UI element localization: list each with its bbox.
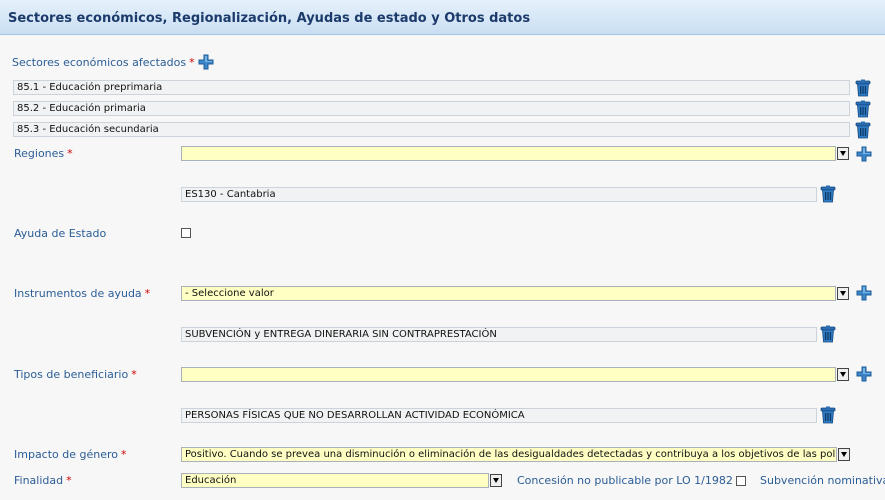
add-region-plus-icon[interactable] (856, 146, 872, 162)
regiones-select[interactable] (181, 146, 836, 161)
ayuda-estado-label: Ayuda de Estado (14, 227, 107, 240)
sector-item-3: 85.3 - Educación secundaria (13, 122, 850, 137)
instrumento-item-1: SUBVENCIÓN y ENTREGA DINERARIA SIN CONTR… (181, 327, 817, 342)
beneficiarios-dropdown-arrow-icon[interactable] (837, 368, 849, 381)
instrumentos-select[interactable]: - Seleccione valor (181, 286, 836, 301)
add-instrumento-plus-icon[interactable] (856, 285, 872, 301)
section-title: Sectores económicos, Regionalización, Ay… (8, 11, 531, 26)
impacto-label: Impacto de género * (14, 448, 127, 461)
section-header: Sectores económicos, Regionalización, Ay… (0, 0, 885, 35)
sectores-label: Sectores económicos afectados * (12, 56, 195, 69)
finalidad-dropdown-arrow-icon[interactable] (490, 474, 502, 487)
sector-item-2: 85.2 - Educación primaria (13, 101, 850, 116)
add-sector-plus-icon[interactable] (198, 54, 214, 70)
ayuda-estado-checkbox[interactable] (181, 228, 191, 238)
instrumentos-label: Instrumentos de ayuda * (14, 287, 151, 300)
finalidad-select[interactable]: Educación (181, 473, 489, 488)
delete-instrumento-trash-icon[interactable] (820, 325, 836, 343)
regiones-dropdown-arrow-icon[interactable] (837, 147, 849, 160)
sector-item-1: 85.1 - Educación preprimaria (13, 80, 850, 95)
finalidad-label: Finalidad * (14, 474, 72, 487)
delete-sector-1-trash-icon[interactable] (855, 79, 871, 97)
impacto-dropdown-arrow-icon[interactable] (838, 448, 850, 461)
delete-sector-2-trash-icon[interactable] (855, 100, 871, 118)
beneficiarios-select[interactable] (181, 367, 836, 382)
delete-region-trash-icon[interactable] (820, 185, 836, 203)
add-beneficiario-plus-icon[interactable] (856, 366, 872, 382)
beneficiarios-label: Tipos de beneficiario * (14, 368, 137, 381)
instrumentos-dropdown-arrow-icon[interactable] (837, 287, 849, 300)
subvencion-nominativa-label: Subvención nominativa (760, 474, 885, 487)
impacto-select[interactable]: Positivo. Cuando se prevea una disminuci… (181, 447, 837, 462)
delete-sector-3-trash-icon[interactable] (855, 121, 871, 139)
beneficiario-item-1: PERSONAS FÍSICAS QUE NO DESARROLLAN ACTI… (181, 408, 817, 423)
concesion-checkbox[interactable] (736, 476, 746, 486)
delete-beneficiario-trash-icon[interactable] (820, 406, 836, 424)
concesion-label: Concesión no publicable por LO 1/1982 (517, 474, 733, 487)
region-item-1: ES130 - Cantabria (181, 187, 817, 202)
regiones-label: Regiones * (14, 147, 73, 160)
